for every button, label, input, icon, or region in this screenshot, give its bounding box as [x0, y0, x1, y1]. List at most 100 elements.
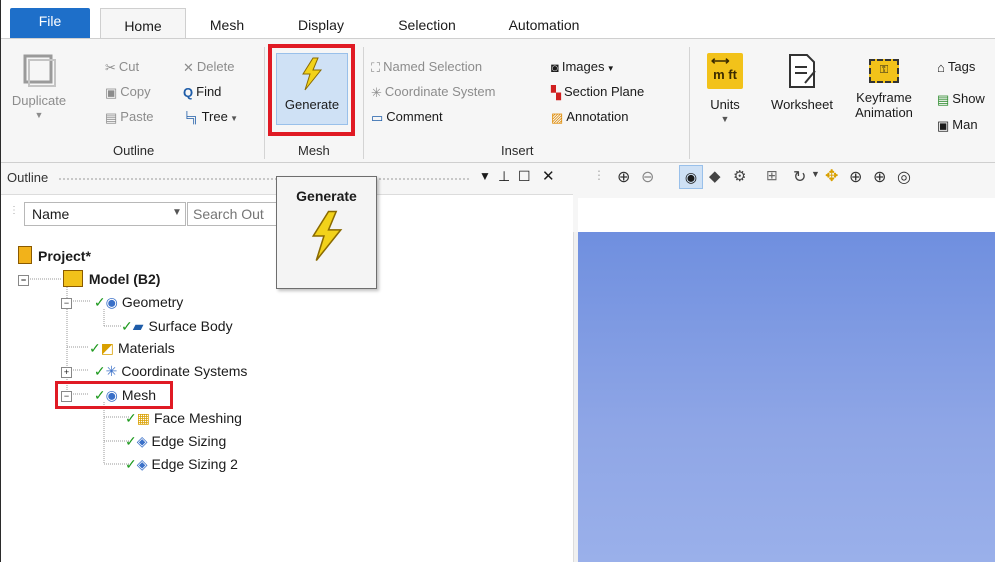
- units-button[interactable]: ⟷ m ft Units ▼: [699, 53, 751, 127]
- close-icon[interactable]: ✕: [542, 167, 555, 185]
- units-icon: ⟷ m ft: [707, 53, 743, 89]
- tab-display[interactable]: Display: [290, 12, 352, 38]
- tree-node-label: Coordinate Systems: [121, 363, 248, 379]
- named-selection-button[interactable]: ⛶ Named Selection: [371, 57, 482, 77]
- panel-menu-arrow-icon[interactable]: ▼: [479, 169, 491, 183]
- magnifier-icon[interactable]: ◎: [897, 167, 911, 187]
- tree-node-label: Project*: [38, 248, 91, 264]
- duplicate-icon: [23, 54, 56, 87]
- paste-label: Paste: [120, 109, 154, 124]
- tree-node-edge-sizing-2[interactable]: ✓◈ Edge Sizing 2: [125, 453, 238, 475]
- keyframe-animation-button[interactable]: ⚿ Keyframe Animation: [849, 53, 919, 120]
- pin-icon[interactable]: ⊥: [498, 168, 510, 185]
- check-icon: ✓: [93, 294, 106, 310]
- show-button[interactable]: ▤ Show: [937, 89, 985, 109]
- ribbon-tab-bar: File Home Mesh Display Selection Automat…: [1, 0, 995, 39]
- tree-node-edge-sizing[interactable]: ✓◈ Edge Sizing: [125, 430, 226, 452]
- toolbar-grip-icon: ⋮: [593, 168, 605, 182]
- tree-node-coordinate-systems[interactable]: + ✓✳ Coordinate Systems: [61, 360, 247, 382]
- manage-label: Man: [952, 117, 978, 132]
- geometry-icon: ◉: [105, 294, 118, 310]
- check-icon: ✓: [125, 456, 137, 472]
- delete-button[interactable]: ✕ Delete: [183, 57, 234, 77]
- tree-node-materials[interactable]: ✓◩ Materials: [89, 337, 175, 359]
- tab-automation[interactable]: Automation: [498, 12, 590, 38]
- check-icon: ✓: [89, 340, 101, 356]
- section-plane-button[interactable]: ▚ Section Plane: [551, 82, 644, 102]
- edge-sizing-icon: ◈: [136, 456, 148, 472]
- film-key-icon: ⚿: [869, 59, 899, 83]
- tab-file[interactable]: File: [10, 8, 90, 38]
- zoom-in-icon[interactable]: ⊕: [617, 167, 630, 187]
- search-input[interactable]: [187, 202, 277, 226]
- outline-group-label: Outline: [113, 143, 155, 158]
- viewport-layout-icon[interactable]: ⊞: [766, 167, 778, 184]
- tree-node-surface-body[interactable]: ✓▰ Surface Body: [121, 315, 233, 337]
- tooltip-title: Generate: [296, 188, 357, 204]
- collapse-toggle-icon[interactable]: −: [18, 275, 29, 286]
- graphics-header: [578, 198, 995, 232]
- magnifier-icon: Q: [183, 84, 194, 100]
- coordinate-system-icon: ✳: [371, 84, 382, 100]
- coordinate-systems-icon: ✳: [105, 363, 118, 379]
- rotate-dropdown-arrow-icon[interactable]: ▼: [811, 169, 820, 179]
- worksheet-button[interactable]: Worksheet: [761, 53, 843, 112]
- worksheet-label: Worksheet: [771, 97, 833, 112]
- paste-button[interactable]: ▤ Paste: [105, 107, 154, 127]
- section-plane-label: Section Plane: [564, 84, 645, 99]
- tree-node-project[interactable]: Project*: [18, 245, 91, 267]
- tree-node-model[interactable]: − Model (B2): [18, 268, 160, 290]
- manage-button[interactable]: ▣ Man: [937, 115, 978, 135]
- duplicate-label: Duplicate: [11, 93, 67, 108]
- coordinate-system-button[interactable]: ✳ Coordinate System: [371, 82, 495, 102]
- tree-button[interactable]: ╘╗ Tree ▼: [183, 107, 238, 127]
- tags-button[interactable]: ⌂ Tags: [937, 57, 975, 77]
- show-label: Show: [952, 91, 985, 106]
- tree-node-geometry[interactable]: − ✓◉ Geometry: [61, 291, 183, 313]
- find-button[interactable]: Q Find: [183, 82, 221, 102]
- copy-icon: ▣: [105, 84, 118, 100]
- scissors-icon: ✂: [105, 59, 116, 75]
- collapse-toggle-icon[interactable]: −: [61, 298, 72, 309]
- duplicate-button[interactable]: Duplicate ▼: [7, 51, 71, 123]
- mesh-highlight-box: [55, 381, 173, 409]
- comment-button[interactable]: ▭ Comment: [371, 107, 443, 127]
- expand-toggle-icon[interactable]: +: [61, 367, 72, 378]
- panel-grip: [59, 178, 469, 180]
- tree-node-label: Edge Sizing 2: [151, 456, 238, 472]
- images-label: Images: [561, 59, 605, 74]
- shaded-view-icon[interactable]: ◉: [679, 165, 703, 189]
- pan-icon[interactable]: ✥: [825, 166, 838, 186]
- graphics-viewport[interactable]: [578, 232, 995, 562]
- keyframe-label: Keyframe: [856, 90, 912, 105]
- delete-icon: ✕: [183, 59, 194, 75]
- copy-button[interactable]: ▣ Copy: [105, 82, 151, 102]
- tree-icon: ╘╗: [183, 111, 199, 124]
- cut-button[interactable]: ✂ Cut: [105, 57, 139, 77]
- maximize-icon[interactable]: ☐: [518, 168, 531, 185]
- check-icon: ✓: [121, 318, 133, 334]
- isometric-view-icon[interactable]: ⚙: [733, 167, 746, 185]
- duplicate-dropdown-arrow-icon[interactable]: ▼: [7, 108, 71, 123]
- copy-label: Copy: [120, 84, 151, 99]
- tree-node-face-meshing[interactable]: ✓▦ Face Meshing: [125, 407, 242, 429]
- units-dropdown-arrow-icon: ▼: [720, 114, 730, 124]
- tags-label: Tags: [947, 59, 976, 74]
- insert-group-label: Insert: [501, 143, 534, 158]
- tab-home[interactable]: Home: [100, 8, 186, 39]
- tab-selection[interactable]: Selection: [391, 12, 463, 38]
- animation-label: Animation: [855, 105, 913, 120]
- application-window: File Home Mesh Display Selection Automat…: [0, 0, 995, 562]
- rotate-icon[interactable]: ↻: [793, 167, 806, 187]
- wireframe-view-icon[interactable]: ◆: [709, 167, 721, 185]
- images-button[interactable]: ◙ Images ▼: [551, 57, 615, 77]
- filter-column-select[interactable]: Name ▼: [24, 202, 186, 226]
- annotation-button[interactable]: ▨ Annotation: [551, 107, 628, 127]
- zoom-box-icon[interactable]: ⊕: [849, 167, 862, 187]
- ribbon-home: Duplicate ▼ ✂ Cut ▣ Copy ▤ Paste ✕ Delete QF…: [1, 38, 995, 163]
- zoom-out-icon[interactable]: ⊖: [641, 167, 654, 187]
- tab-mesh[interactable]: Mesh: [206, 12, 248, 38]
- comment-icon: ▭: [371, 109, 384, 125]
- paste-icon: ▤: [105, 109, 118, 125]
- zoom-fit-icon[interactable]: ⊕: [873, 167, 886, 187]
